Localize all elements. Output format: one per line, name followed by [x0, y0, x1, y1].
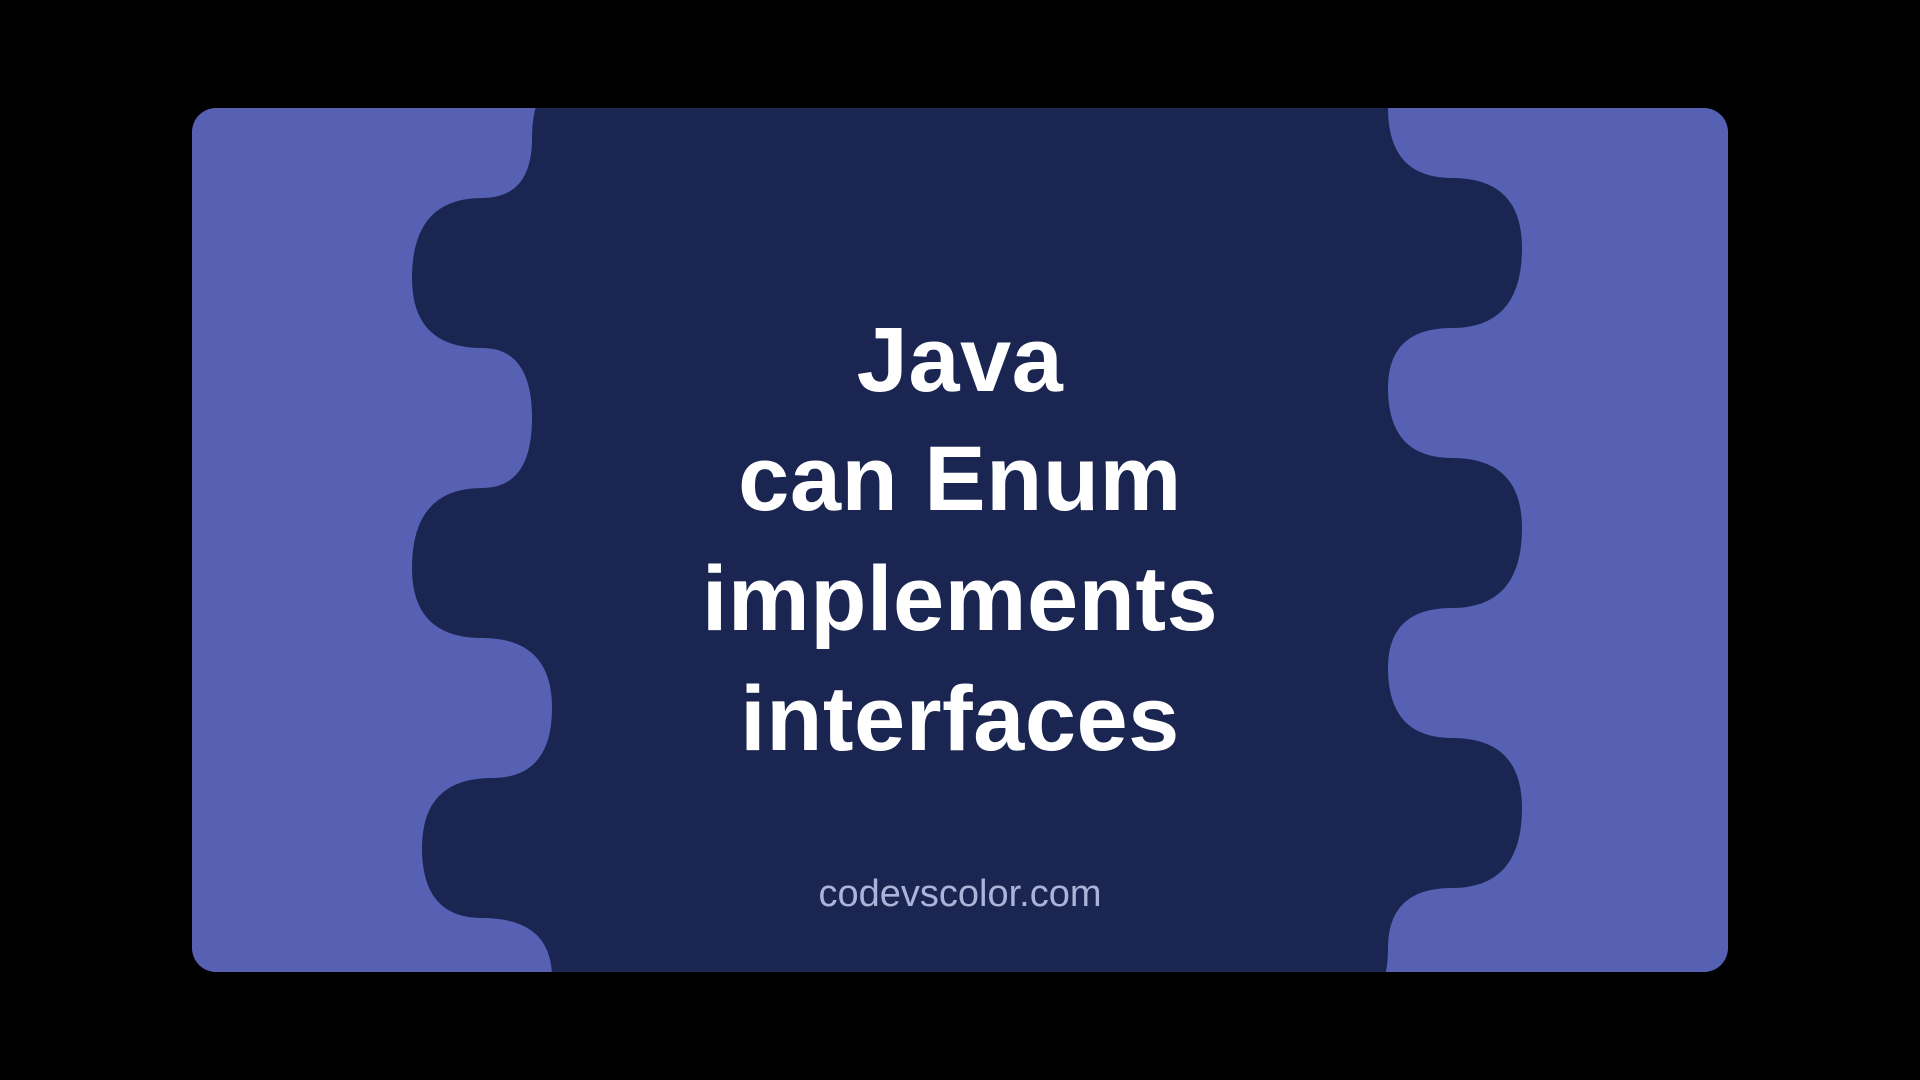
banner-card: Java can Enum implements interfaces code… [192, 108, 1728, 972]
footer-attribution: codevscolor.com [192, 873, 1728, 916]
title-line-3: implements [702, 540, 1218, 660]
title-line-4: interfaces [740, 660, 1180, 780]
title-line-2: can Enum [738, 420, 1182, 540]
title-container: Java can Enum implements interfaces [192, 108, 1728, 972]
title-line-1: Java [857, 301, 1064, 421]
